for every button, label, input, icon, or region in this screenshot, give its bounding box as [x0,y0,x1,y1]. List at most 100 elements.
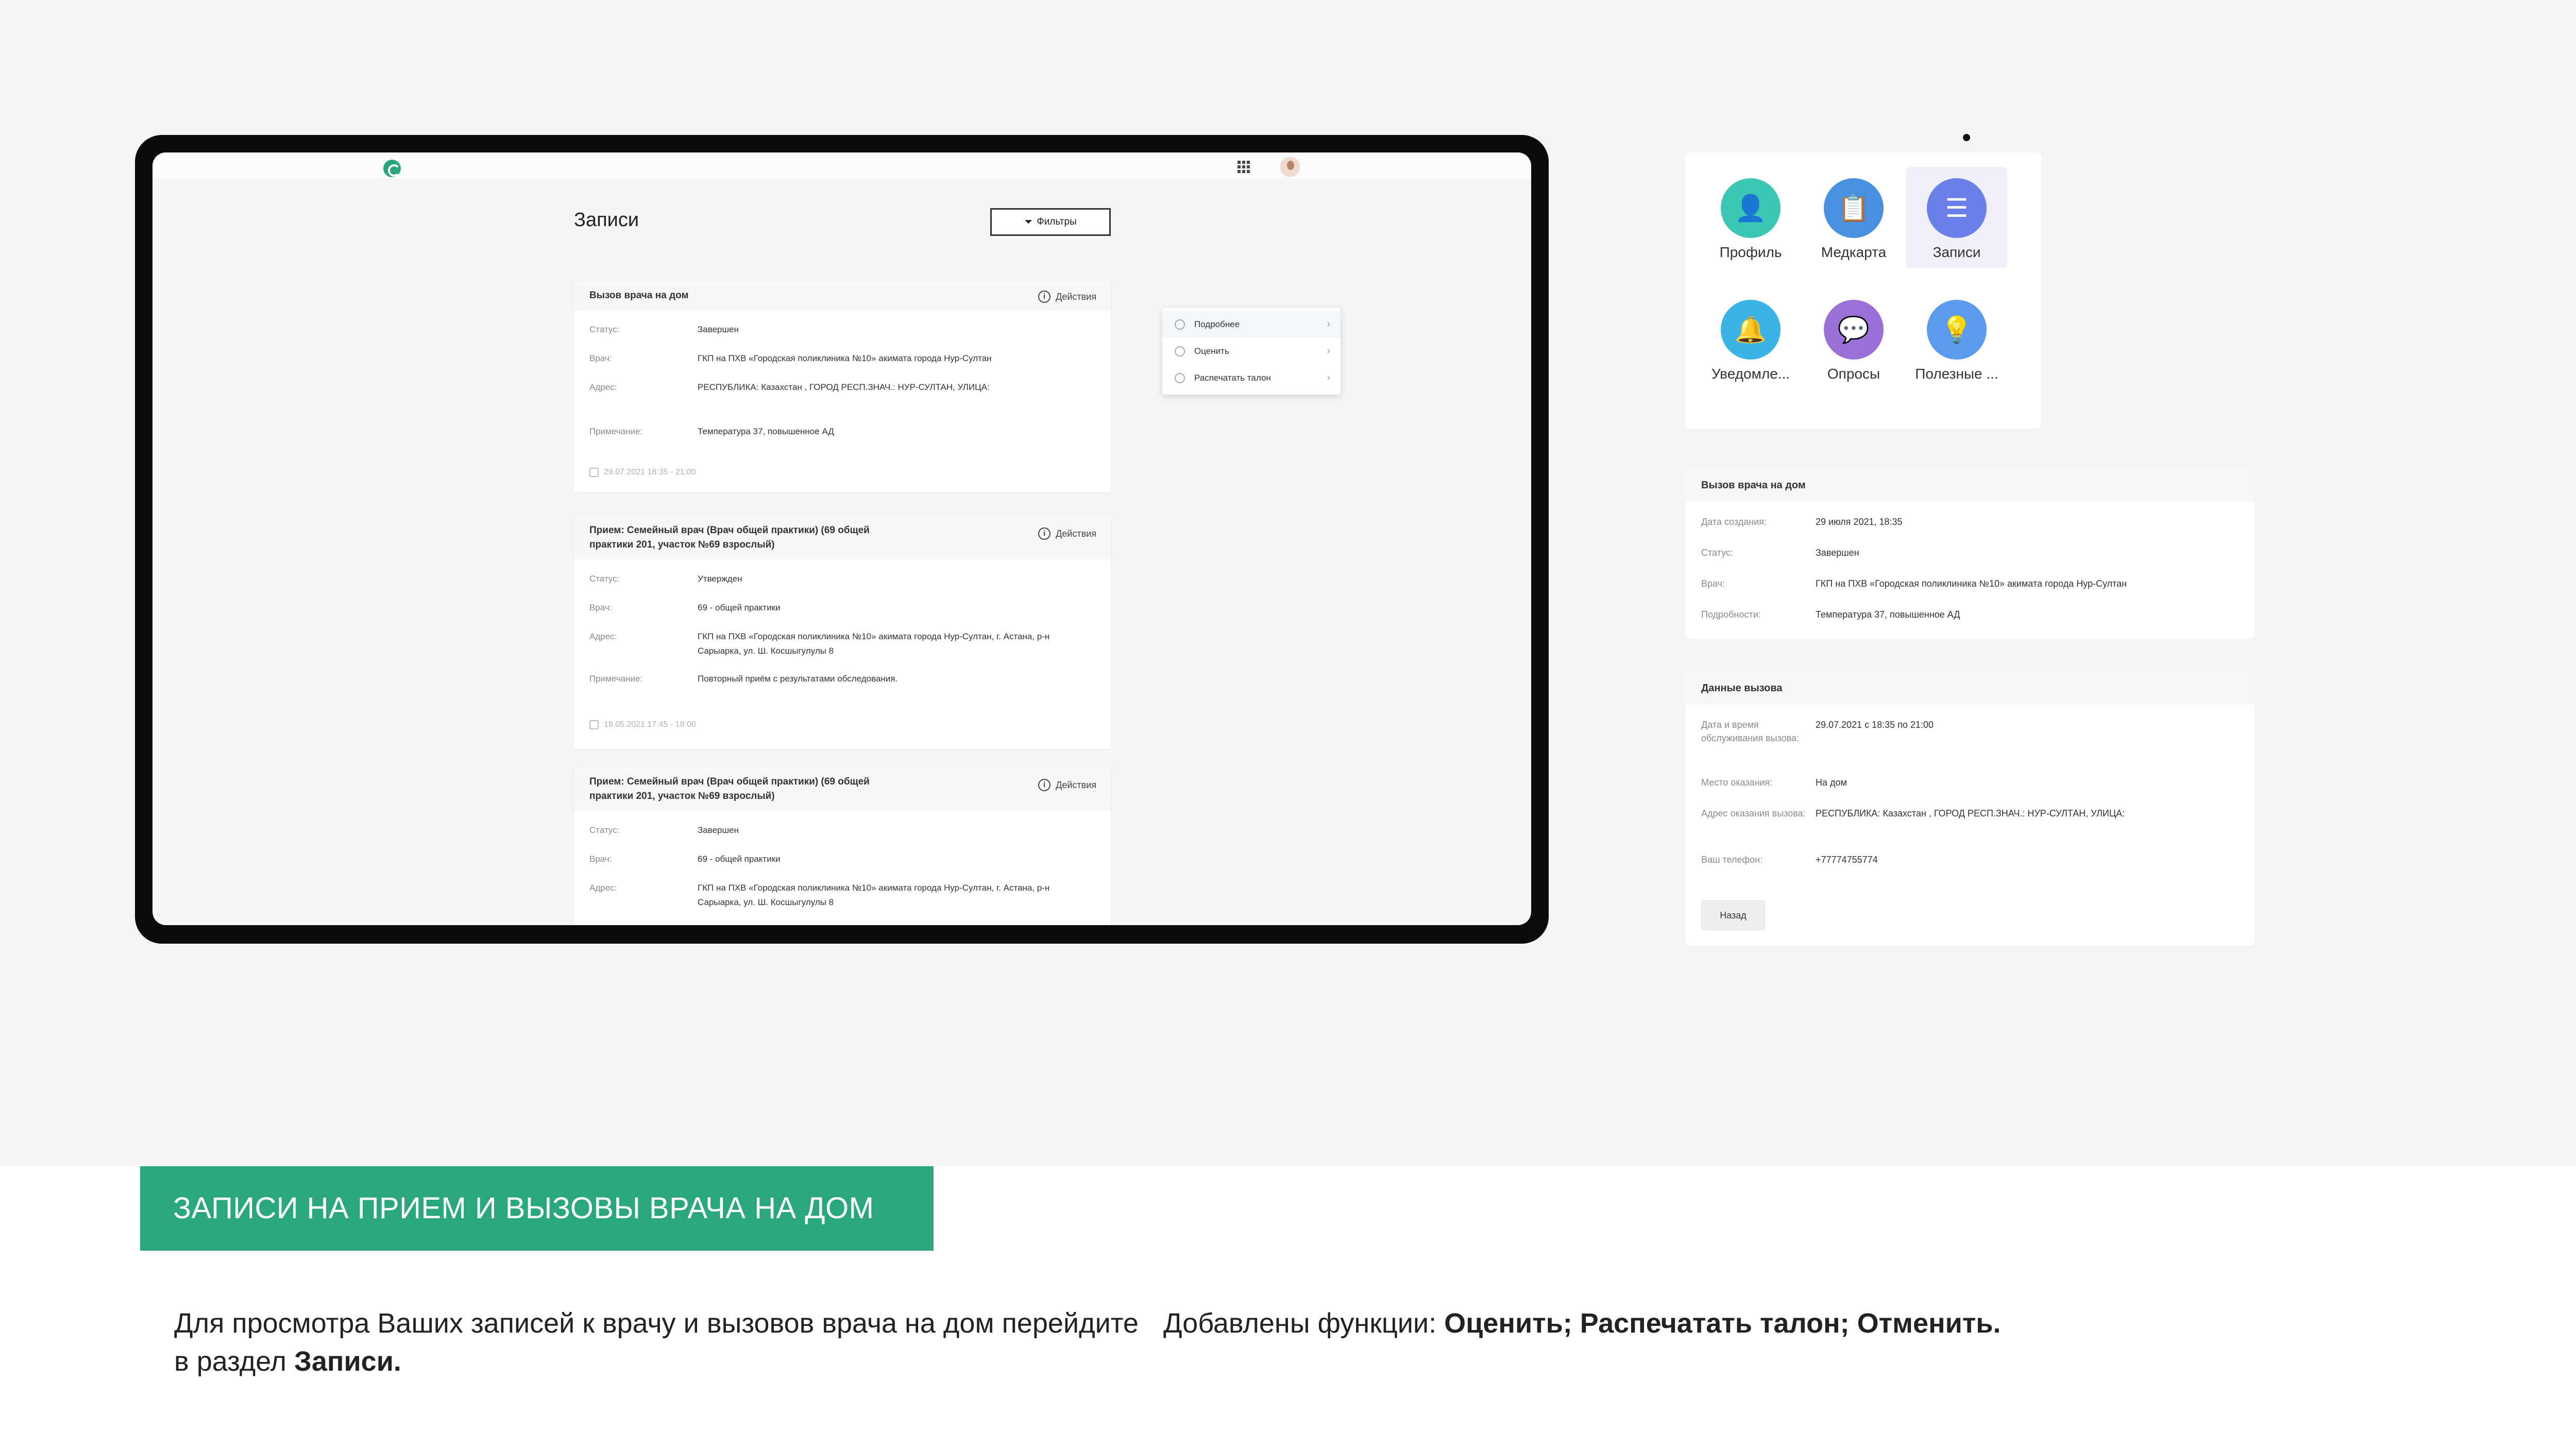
appointment-card: Прием: Семейный врач (Врач общей практик… [574,516,1111,749]
info-icon: i [1038,291,1051,303]
detail-row: Подробности: Температура 37, повышенное … [1701,608,1960,621]
filters-button[interactable]: ⏷ Фильтры [990,208,1111,236]
caption-bold: Записи. [294,1346,401,1377]
status-row: Статус: Завершен [589,823,1089,838]
menu-tile-label: Записи [1933,244,1981,260]
menu-tile-medcard[interactable]: 📋 Медкарта [1803,167,1904,268]
menu-tile-label: Опросы [1827,366,1880,382]
field-label: Статус: [589,325,620,334]
menu-item-print-ticket[interactable]: Распечатать талон › [1162,365,1341,391]
actions-button[interactable]: i Действия [1038,289,1096,304]
field-value: ГКП на ПХВ «Городская поликлиника №10» а… [698,353,992,363]
call-row: Место оказания: На дом [1701,776,1847,789]
field-value: Повторный приём с результатами обследова… [698,674,898,684]
app-header [152,152,1531,179]
field-value: 69 - общей практики [698,854,781,864]
menu-tile-notifications[interactable]: 🔔 Уведомле... [1700,288,1801,389]
menu-item-label: Распечатать талон [1194,373,1271,383]
field-value: Температура 37, повышенное АД [698,427,834,436]
date-text: 18.05.2021 17:45 - 18:00 [604,720,696,729]
indicator-dot [1963,134,1970,141]
appointment-date: 29.07.2021 18:35 - 21:00 [589,468,696,477]
menu-item-label: Подробнее [1194,319,1240,329]
actions-button[interactable]: i Действия [1038,778,1096,792]
tablet-frame: Записи ⏷ Фильтры Вызов врача на дом i Де… [135,135,1549,944]
address-row: Адрес: ГКП на ПХВ «Городская поликлиника… [589,881,1089,910]
caption-left: Для просмотра Ваших записей к врачу и вы… [174,1304,1153,1380]
clipboard-icon: 📋 [1824,178,1884,238]
status-row: Статус: Завершен [589,322,1089,337]
field-label: Дата создания: [1701,517,1767,527]
field-label: Примечание: [589,427,643,436]
field-label: Адрес: [589,632,617,641]
menu-tile-records[interactable]: ☰ Записи [1906,167,2007,268]
thumbs-up-icon [1175,346,1185,356]
field-value: 29 июля 2021, 18:35 [1816,517,1903,527]
field-value: ГКП на ПХВ «Городская поликлиника №10» а… [1816,578,2127,589]
actions-label: Действия [1056,780,1096,790]
menu-tile-label: Полезные ... [1915,366,1998,382]
field-value: РЕСПУБЛИКА: Казахстан , ГОРОД РЕСП.ЗНАЧ.… [1816,808,2125,819]
info-icon: i [1038,779,1051,791]
actions-label: Действия [1056,529,1096,539]
field-label: Адрес: [589,883,617,893]
chevron-right-icon: › [1327,318,1330,330]
actions-button[interactable]: i Действия [1038,526,1096,541]
main-menu-panel: 👤 Профиль 📋 Медкарта ☰ Записи 🔔 Уведомле… [1686,152,2041,429]
menu-tile-profile[interactable]: 👤 Профиль [1700,167,1801,268]
note-row: Примечание: Температура 37, повышенное А… [589,424,1089,439]
menu-tile-label: Профиль [1719,244,1782,260]
field-label: Подробности: [1701,609,1761,620]
field-value: Завершен [698,325,739,334]
menu-tile-label: Уведомле... [1711,366,1790,382]
field-label: Адрес: [589,382,617,392]
detail-row: Врач: ГКП на ПХВ «Городская поликлиника … [1701,577,2127,590]
user-icon: 👤 [1721,178,1781,238]
bell-icon: 🔔 [1721,300,1781,360]
page-title: Записи [574,209,639,231]
field-value: Завершен [1816,548,1859,558]
field-value: Завершен [698,825,739,835]
field-label: Примечание: [589,674,643,684]
field-value: 69 - общей практики [698,603,781,612]
calendar-icon [589,468,599,477]
card-header: Прием: Семейный врач (Врач общей практик… [574,768,1111,811]
chevron-right-icon: › [1327,345,1330,356]
apps-grid-icon[interactable] [1238,161,1250,173]
doctor-row: Врач: 69 - общей практики [589,852,1089,866]
field-value: На дом [1816,777,1847,788]
field-label: Ваш телефон: [1701,855,1763,865]
field-label: Адрес оказания вызова: [1701,808,1806,819]
address-row: Адрес: РЕСПУБЛИКА: Казахстан , ГОРОД РЕС… [589,380,1089,395]
menu-item-rate[interactable]: Оценить › [1162,338,1341,365]
avatar[interactable] [1280,157,1300,177]
field-label: Врач: [589,353,612,363]
menu-item-details[interactable]: Подробнее › [1162,311,1341,338]
address-row: Адрес: ГКП на ПХВ «Городская поликлиника… [589,629,1089,658]
eye-icon [1175,319,1185,330]
field-label: Статус: [1701,548,1733,558]
field-value: Утвержден [698,574,742,584]
field-value: ГКП на ПХВ «Городская поликлиника №10» а… [698,632,1050,656]
app-logo[interactable] [383,160,401,177]
info-icon: i [1038,527,1051,540]
back-button[interactable]: Назад [1701,900,1765,930]
status-row: Статус: Утвержден [589,572,1089,586]
doctor-row: Врач: ГКП на ПХВ «Городская поликлиника … [589,351,1089,366]
menu-tile-useful[interactable]: 💡 Полезные ... [1906,288,2007,389]
field-label: Врач: [589,603,612,612]
panel-title: Данные вызова [1686,672,2255,705]
caption-bold: Оценить; Распечатать талон; Отменить. [1444,1308,2001,1339]
field-label: Место оказания: [1701,777,1773,788]
menu-item-label: Оценить [1194,346,1229,356]
call-row: Адрес оказания вызова: РЕСПУБЛИКА: Казах… [1701,807,2125,820]
menu-tile-surveys[interactable]: 💬 Опросы [1803,288,1904,389]
card-title: Прием: Семейный врач (Врач общей практик… [589,525,870,550]
call-data-panel: Данные вызова Дата и время обслуживания … [1686,672,2255,946]
lightbulb-icon: 💡 [1927,300,1987,360]
printer-icon [1175,373,1185,383]
field-value: Температура 37, повышенное АД [1816,609,1960,620]
card-header: Прием: Семейный врач (Врач общей практик… [574,516,1111,559]
actions-label: Действия [1056,292,1096,302]
appointment-date: 18.05.2021 17:45 - 18:00 [589,720,696,729]
